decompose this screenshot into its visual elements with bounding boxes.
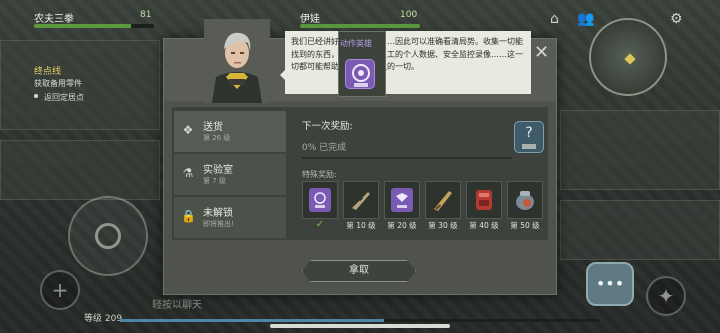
- box-icon: ❖: [182, 123, 194, 137]
- reward-level-label: 第 40 级: [469, 221, 499, 230]
- reward-dialog: 我们已经讲好了所有工作……因此可以准确看清局势。收集一切能找到的东西，研究完成、…: [163, 19, 557, 295]
- player-marker-icon: [624, 53, 636, 65]
- reward-level-label: 第 10 级: [346, 221, 376, 230]
- reward-slot-4[interactable]: [466, 181, 502, 219]
- purple-chip-icon: [309, 188, 331, 212]
- red-gear-icon: [473, 188, 495, 212]
- floor-tile: [560, 110, 720, 190]
- reward-level-label: 第 50 级: [510, 221, 540, 230]
- quest-return: 返回定居点: [44, 93, 84, 102]
- lock-icon: 🔒: [181, 209, 196, 223]
- reward-slot-2[interactable]: [384, 181, 420, 219]
- sneak-button[interactable]: ✦: [646, 276, 686, 316]
- tab-level: 第 26 级: [203, 134, 231, 142]
- backpack-icon: [514, 188, 536, 212]
- heal-button[interactable]: +: [40, 270, 80, 310]
- claimed-check-icon: ✓: [315, 219, 325, 230]
- reward-slot-1[interactable]: [343, 181, 379, 219]
- tab-level: 第 7 级: [203, 177, 226, 185]
- tab-lab[interactable]: ⚗ 实验室 第 7 级: [174, 154, 286, 195]
- special-reward-label: 特殊奖励:: [302, 170, 337, 179]
- settlement-icon[interactable]: ⌂: [550, 11, 559, 27]
- next-reward-label: 下一次奖励:: [302, 121, 353, 132]
- floor-tile: [560, 200, 720, 260]
- npc-speech-bubble: 我们已经讲好了所有工作……因此可以准确看清局势。收集一切能找到的东西，研究完成、…: [285, 31, 531, 94]
- shotgun-icon: [432, 188, 454, 212]
- player2-name: 伊娃: [300, 14, 320, 25]
- player-level: 等级 209: [84, 314, 123, 324]
- purple-chip-icon: [345, 59, 375, 89]
- minimap[interactable]: [589, 18, 667, 96]
- reward-slot-3[interactable]: [425, 181, 461, 219]
- reward-slot-0[interactable]: [302, 181, 338, 219]
- tab-title: 送货: [203, 122, 223, 133]
- reward-level-label: 第 30 级: [428, 221, 458, 230]
- chat-button[interactable]: •••: [586, 262, 634, 306]
- xp-bar: [120, 319, 600, 322]
- tab-title: 实验室: [203, 165, 233, 176]
- settings-gear-icon[interactable]: ⚙: [670, 11, 683, 27]
- reward-slot-5[interactable]: [507, 181, 543, 219]
- quest-bullet-icon: [34, 94, 38, 98]
- player1-hp: 81: [140, 10, 152, 20]
- progress-text: 0% 已完成: [302, 143, 347, 153]
- take-button[interactable]: 拿取: [302, 260, 416, 282]
- player1-name: 农夫三拳: [34, 14, 74, 25]
- quest-objective: 获取备用零件: [34, 79, 82, 88]
- player2-hp: 100: [400, 10, 418, 20]
- close-icon[interactable]: ✕: [534, 42, 549, 63]
- player1-hp-bar: [34, 24, 154, 28]
- chip-icon: [522, 144, 536, 149]
- flask-icon: ⚗: [182, 166, 194, 180]
- tab-delivery[interactable]: ❖ 送货 第 26 级: [174, 111, 286, 152]
- floor-tile: [0, 140, 160, 200]
- movement-joystick[interactable]: [68, 196, 148, 276]
- purple-chip-icon: [391, 188, 413, 212]
- progress-bar: [302, 157, 512, 159]
- tab-locked[interactable]: 🔒 未解锁 即将推出!: [174, 197, 286, 238]
- tooltip-item-name: 动作英雄: [340, 39, 372, 48]
- player2-hp-bar: [300, 24, 420, 28]
- chat-input[interactable]: 轻按以聊天: [152, 296, 202, 311]
- joystick-knob[interactable]: [95, 223, 121, 249]
- reward-panel: ❖ 送货 第 26 级 ⚗ 实验室 第 7 级 🔒 未解锁 即将推出! 下一次奖…: [172, 107, 548, 240]
- friends-icon[interactable]: 👥: [577, 11, 594, 27]
- home-indicator[interactable]: [270, 324, 450, 328]
- npc-portrait: [204, 19, 270, 103]
- reward-level-label: 第 20 级: [387, 221, 417, 230]
- tab-title: 未解锁: [203, 208, 233, 219]
- rifle-icon: [350, 188, 372, 212]
- mystery-reward-icon[interactable]: ?: [514, 121, 544, 153]
- tab-level: 即将推出!: [203, 220, 234, 228]
- quest-title[interactable]: 终点线: [34, 64, 61, 77]
